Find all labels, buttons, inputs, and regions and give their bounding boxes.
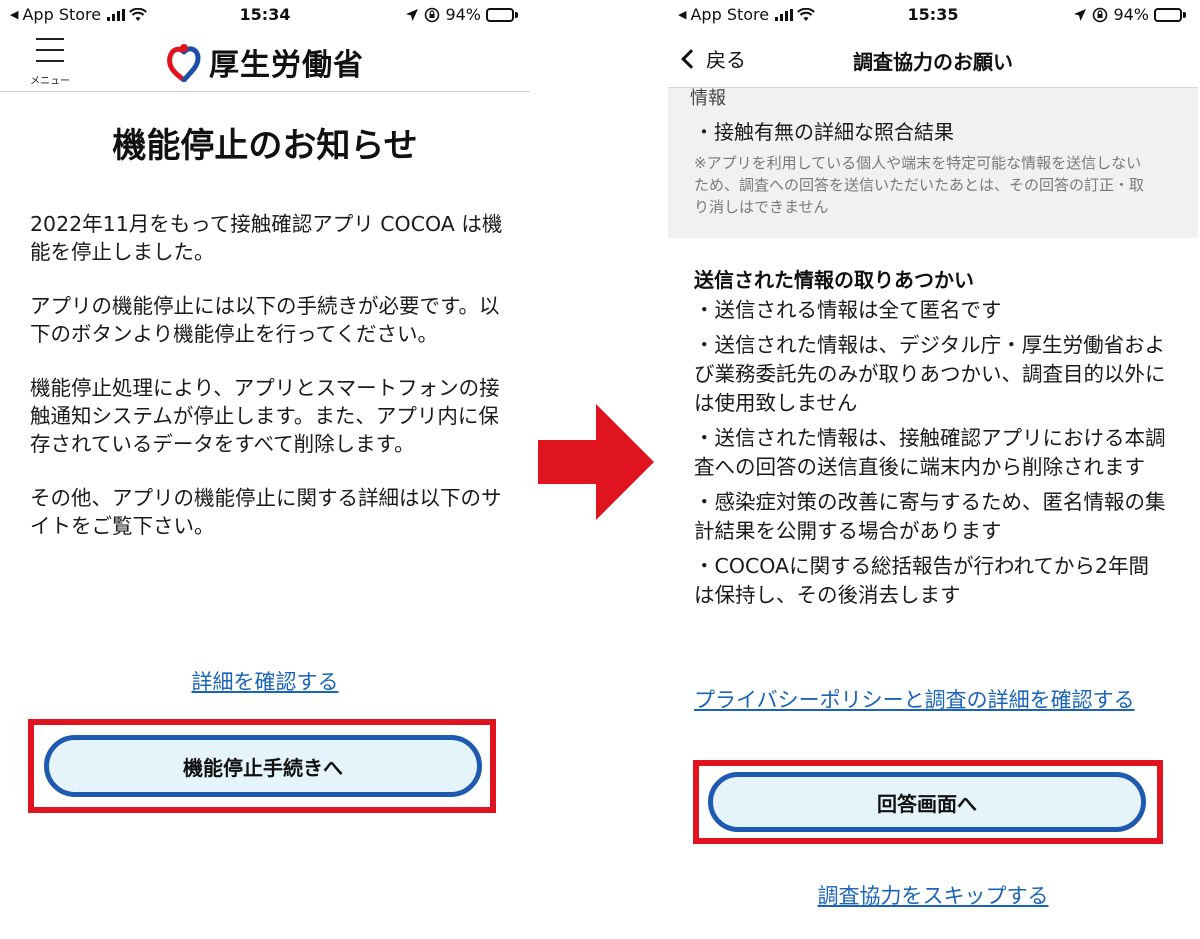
menu-label: メニュー xyxy=(30,76,70,87)
status-right: 94% xyxy=(405,5,518,24)
stop-function-button-label: 機能停止手続きへ xyxy=(183,755,343,780)
survey-content[interactable]: 情報 ・接触有無の詳細な照合結果 ※アプリを利用している個人や端末を特定可能な情… xyxy=(668,88,1198,939)
orientation-lock-icon xyxy=(1093,7,1108,22)
ministry-name: 厚生労働省 xyxy=(209,48,364,83)
list-item: ・接触有無の詳細な照合結果 xyxy=(694,120,954,144)
red-right-arrow-icon xyxy=(538,404,654,520)
ministry-logo: 厚生労働省 xyxy=(165,40,364,84)
location-arrow-icon xyxy=(1074,8,1087,21)
skip-survey-link[interactable]: 調査協力をスキップする xyxy=(818,884,1049,908)
answer-screen-button-label: 回答画面へ xyxy=(877,791,977,816)
bullet-list: ・送信される情報は全て匿名です ・送信された情報は、デジタル庁・厚生労働省および… xyxy=(694,296,1168,616)
navigation-bar: 戻る 調査協力のお願い xyxy=(668,30,1198,88)
orientation-lock-icon xyxy=(425,7,440,22)
ministry-emblem-icon xyxy=(167,44,201,82)
status-bar: ◀ App Store 15:34 94% xyxy=(0,0,530,30)
battery-percent: 94% xyxy=(445,5,481,24)
app-header: メニュー 厚生労働省 xyxy=(0,30,530,92)
battery-icon xyxy=(486,7,518,22)
right-phone-screen: ◀ App Store 15:35 94% 戻る 調査協力のお願い 情報 ・接触… xyxy=(668,0,1198,939)
list-item: ・COCOAに関する総括報告が行われてから2年間は保持し、その後消去します xyxy=(694,554,1149,607)
battery-icon xyxy=(1154,7,1186,22)
left-phone-screen: ◀ App Store 15:34 94% メニュー 厚生労働省 機能停止のお知… xyxy=(0,0,530,939)
battery-percent: 94% xyxy=(1113,5,1149,24)
menu-button[interactable]: メニュー xyxy=(22,34,78,88)
list-item: ・送信された情報は、接触確認アプリにおける本調査への回答の送信直後に端末内から削… xyxy=(694,426,1166,479)
section-heading: 送信された情報の取りあつかい xyxy=(694,268,974,292)
paragraph: 2022年11月をもって接触確認アプリ COCOA は機能を停止しました。 xyxy=(30,212,503,264)
faded-section: 情報 ・接触有無の詳細な照合結果 ※アプリを利用している個人や端末を特定可能な情… xyxy=(668,88,1198,238)
paragraph: 機能停止処理により、アプリとスマートフォンの接触通知システムが停止します。また、… xyxy=(30,376,500,456)
answer-screen-button[interactable]: 回答画面へ xyxy=(708,772,1146,832)
privacy-policy-link[interactable]: プライバシーポリシーと調査の詳細を確認する xyxy=(694,688,1135,712)
nav-title: 調査協力のお願い xyxy=(853,50,1013,74)
list-item: ・送信された情報は、デジタル庁・厚生労働省および業務委託先のみが取りあつかい、調… xyxy=(694,333,1166,415)
hamburger-icon xyxy=(36,38,64,62)
stop-function-button[interactable]: 機能停止手続きへ xyxy=(44,735,482,797)
note-text: ※アプリを利用している個人や端末を特定可能な情報を送信しないため、調査への回答を… xyxy=(694,154,1145,216)
notice-body: 2022年11月をもって接触確認アプリ COCOA は機能を停止しました。 アプ… xyxy=(30,210,510,566)
details-link[interactable]: 詳細を確認する xyxy=(192,670,339,694)
status-right: 94% xyxy=(1073,5,1186,24)
location-arrow-icon xyxy=(406,8,419,21)
status-bar: ◀ App Store 15:35 94% xyxy=(668,0,1198,30)
list-item: ・送信される情報は全て匿名です xyxy=(694,298,1002,322)
page-title: 機能停止のお知らせ xyxy=(112,126,418,166)
paragraph: その他、アプリの機能停止に関する詳細は以下のサイトをご覧下さい。 xyxy=(30,486,502,538)
list-item: ・感染症対策の改善に寄与するため、匿名情報の集計結果を公開する場合があります xyxy=(694,490,1166,543)
paragraph: アプリの機能停止には以下の手続きが必要です。以下のボタンより機能停止を行ってくだ… xyxy=(30,294,500,346)
